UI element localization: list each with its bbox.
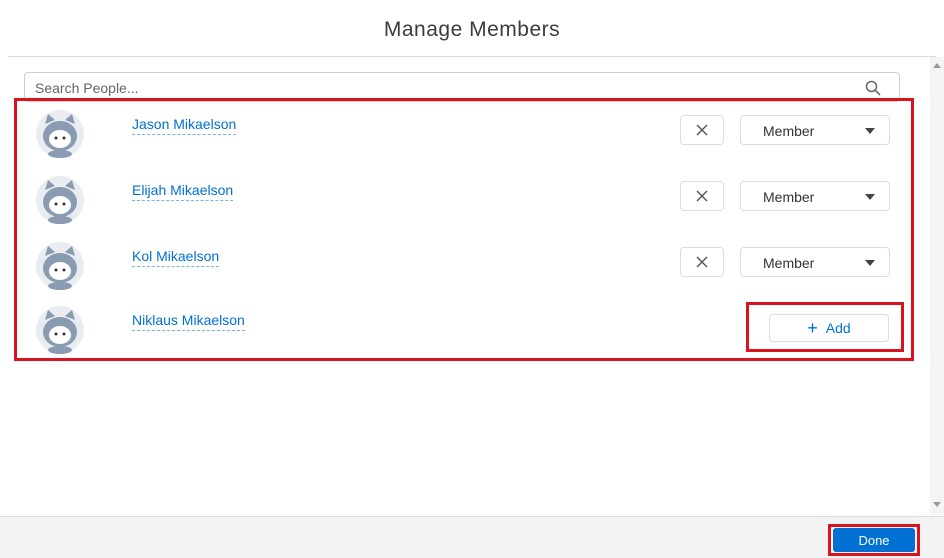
close-icon bbox=[696, 190, 708, 202]
avatar-icon bbox=[36, 242, 84, 290]
remove-member-button[interactable] bbox=[680, 247, 724, 277]
search-input[interactable] bbox=[35, 77, 855, 99]
role-select[interactable]: Member bbox=[740, 115, 890, 145]
role-value: Member bbox=[763, 123, 815, 139]
scroll-down-arrow-icon[interactable] bbox=[933, 502, 941, 507]
modal-footer bbox=[0, 516, 944, 558]
member-row: Elijah Mikaelson Member bbox=[24, 168, 904, 228]
member-name-link[interactable]: Kol Mikaelson bbox=[132, 248, 220, 267]
done-button[interactable]: Done bbox=[833, 528, 915, 552]
search-box[interactable] bbox=[24, 72, 900, 102]
role-select[interactable]: Member bbox=[740, 247, 890, 277]
remove-member-button[interactable] bbox=[680, 181, 724, 211]
member-name-link[interactable]: Niklaus Mikaelson bbox=[132, 312, 245, 331]
plus-icon: + bbox=[807, 317, 818, 338]
role-select[interactable]: Member bbox=[740, 181, 890, 211]
remove-member-button[interactable] bbox=[680, 115, 724, 145]
member-name-link[interactable]: Elijah Mikaelson bbox=[132, 182, 234, 201]
add-member-button[interactable]: + Add bbox=[769, 314, 889, 342]
modal-header: Manage Members bbox=[8, 0, 936, 57]
avatar-icon bbox=[36, 306, 84, 354]
chevron-down-icon bbox=[865, 128, 875, 134]
role-value: Member bbox=[763, 255, 815, 271]
avatar-icon bbox=[36, 176, 84, 224]
scrollbar[interactable] bbox=[930, 57, 944, 515]
member-row: Jason Mikaelson Member bbox=[24, 102, 904, 162]
member-name-link[interactable]: Jason Mikaelson bbox=[132, 116, 237, 135]
close-icon bbox=[696, 124, 708, 136]
close-icon bbox=[696, 256, 708, 268]
role-value: Member bbox=[763, 189, 815, 205]
member-row: Kol Mikaelson Member bbox=[24, 234, 904, 294]
scroll-up-arrow-icon[interactable] bbox=[933, 63, 941, 68]
modal-title: Manage Members bbox=[383, 18, 561, 41]
avatar-icon bbox=[36, 110, 84, 158]
search-icon[interactable] bbox=[865, 80, 881, 96]
add-button-label: Add bbox=[825, 320, 851, 336]
chevron-down-icon bbox=[865, 260, 875, 266]
chevron-down-icon bbox=[865, 194, 875, 200]
